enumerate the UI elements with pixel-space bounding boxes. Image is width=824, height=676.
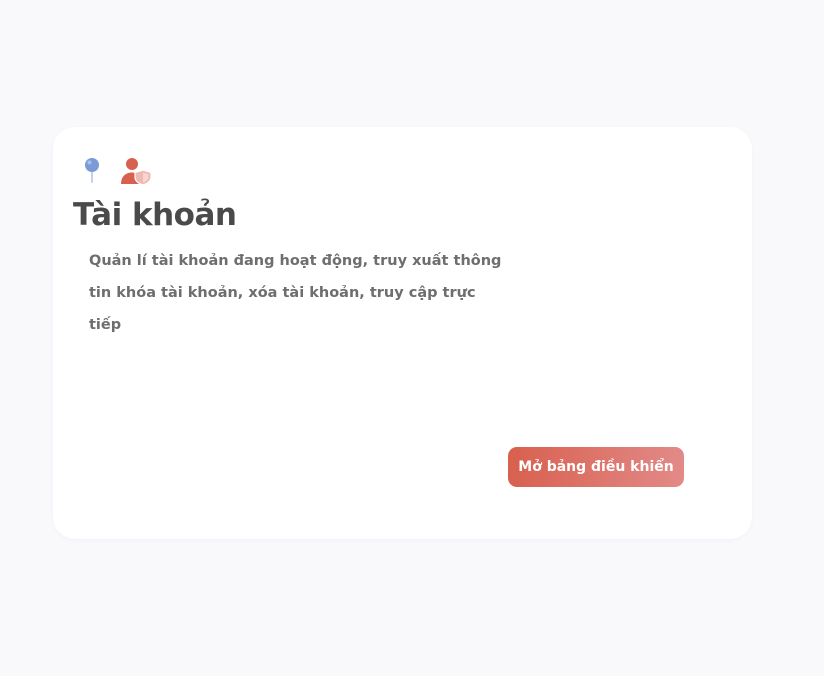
card-icon-row xyxy=(83,157,152,185)
card-title: Tài khoản xyxy=(73,197,237,233)
account-card: Tài khoản Quản lí tài khoản đang hoạt độ… xyxy=(53,127,752,539)
pin-icon xyxy=(85,158,99,183)
open-dashboard-button[interactable]: Mở bảng điều khiển xyxy=(508,447,684,487)
user-shield-icon xyxy=(121,158,152,185)
card-description: Quản lí tài khoản đang hoạt động, truy x… xyxy=(89,253,502,333)
